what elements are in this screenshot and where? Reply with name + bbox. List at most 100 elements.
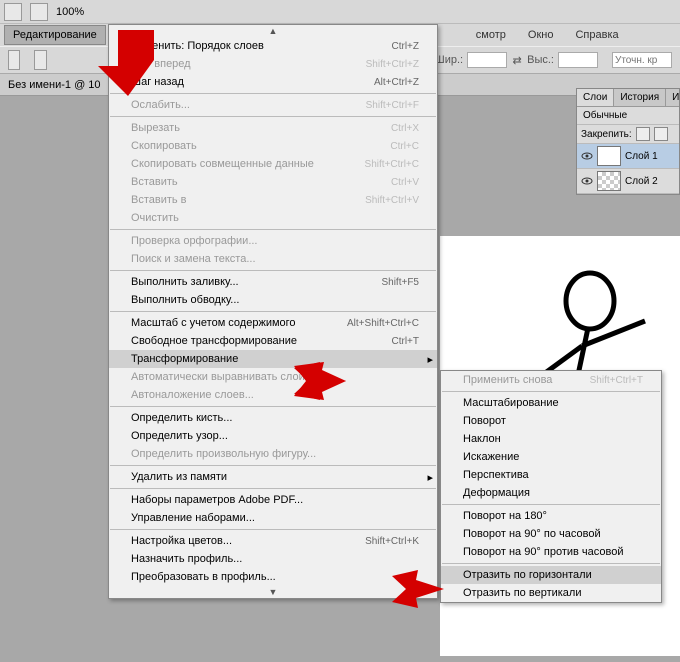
blend-mode[interactable]: Обычные xyxy=(577,107,679,125)
red-arrow-3 xyxy=(392,570,444,608)
menu-item-label: Ослабить... xyxy=(131,99,190,111)
menu-item-label: Перспектива xyxy=(463,469,529,481)
menu-item: Очистить xyxy=(109,209,437,227)
menu-item[interactable]: Выполнить обводку... xyxy=(109,291,437,309)
refine-input[interactable] xyxy=(612,52,672,68)
menu-item[interactable]: Поворот на 90° против часовой xyxy=(441,543,661,561)
menu-item[interactable]: Наклон xyxy=(441,430,661,448)
menu-item: СкопироватьCtrl+C xyxy=(109,137,437,155)
menu-item[interactable]: Отразить по горизонтали xyxy=(441,566,661,584)
menu-item: Применить сноваShift+Ctrl+T xyxy=(441,371,661,389)
height-input[interactable] xyxy=(558,52,598,68)
lock-pixels-icon[interactable] xyxy=(654,127,668,141)
tab-history[interactable]: История xyxy=(614,89,666,106)
menu-item[interactable]: Наборы параметров Adobe PDF... xyxy=(109,491,437,509)
menu-item[interactable]: Трансформирование▸ xyxy=(109,350,437,368)
menu-item-label: Удалить из памяти xyxy=(131,471,227,483)
menu-separator xyxy=(110,406,436,407)
menu-item[interactable]: Удалить из памяти▸ xyxy=(109,468,437,486)
menu-item[interactable]: Масштаб с учетом содержимогоAlt+Shift+Ct… xyxy=(109,314,437,332)
menu-item: Ослабить... Shift+Ctrl+F xyxy=(109,96,437,114)
menu-item[interactable]: Определить узор... xyxy=(109,427,437,445)
tab-i[interactable]: И xyxy=(666,89,680,106)
menu-item: Автоматически выравнивать слои... xyxy=(109,368,437,386)
menu-help[interactable]: Справка xyxy=(565,26,628,44)
menu-item[interactable]: Выполнить заливку...Shift+F5 xyxy=(109,273,437,291)
menu-separator xyxy=(442,391,660,392)
visibility-icon[interactable] xyxy=(581,175,593,187)
top-bar: 100% xyxy=(0,0,680,24)
menu-item: Вставить в Shift+Ctrl+V xyxy=(109,191,437,209)
menu-separator xyxy=(110,270,436,271)
menu-item[interactable]: Поворот на 90° по часовой xyxy=(441,525,661,543)
layer-item-2[interactable]: Слой 2 xyxy=(577,169,679,194)
menu-separator xyxy=(442,563,660,564)
menu-shortcut: Shift+Ctrl+T xyxy=(590,375,643,386)
lock-label: Закрепить: xyxy=(581,129,632,140)
menu-item[interactable]: Искажение xyxy=(441,448,661,466)
menu-item-label: Определить кисть... xyxy=(131,412,232,424)
menu-item-label: Отразить по вертикали xyxy=(463,587,581,599)
menu-item-label: Свободное трансформирование xyxy=(131,335,297,347)
menu-shortcut: Shift+Ctrl+V xyxy=(365,195,419,206)
menu-item[interactable]: Шаг назадAlt+Ctrl+Z xyxy=(109,73,437,91)
menu-separator xyxy=(110,116,436,117)
menu-item-label: Вставить в xyxy=(131,194,187,206)
visibility-icon[interactable] xyxy=(581,150,593,162)
tab-layers[interactable]: Слои xyxy=(577,89,614,106)
menu-item: Поиск и замена текста... xyxy=(109,250,437,268)
menu-item[interactable]: Масштабирование xyxy=(441,394,661,412)
menu-item-label: Поиск и замена текста... xyxy=(131,253,256,265)
menu-item[interactable]: Поворот xyxy=(441,412,661,430)
menu-view[interactable]: смотр xyxy=(466,26,516,44)
menu-item-label: Назначить профиль... xyxy=(131,553,242,565)
menu-item[interactable]: Назначить профиль... xyxy=(109,550,437,568)
menu-item[interactable]: Управление наборами... xyxy=(109,509,437,527)
menu-item-label: Автоналожение слоев... xyxy=(131,389,254,401)
lock-transparency-icon[interactable] xyxy=(636,127,650,141)
layer-name: Слой 1 xyxy=(625,151,658,162)
menu-shortcut: Ctrl+C xyxy=(390,141,419,152)
menu-item-label: Деформация xyxy=(463,487,530,499)
menu-shortcut: Shift+Ctrl+F xyxy=(366,100,419,111)
menu-item[interactable]: Отразить по вертикали xyxy=(441,584,661,602)
menu-item-label: Определить узор... xyxy=(131,430,228,442)
layer-item-1[interactable]: Слой 1 xyxy=(577,144,679,169)
menu-item-label: Выполнить обводку... xyxy=(131,294,239,306)
menu-item-label: Очистить xyxy=(131,212,179,224)
layer-thumb xyxy=(597,171,621,191)
menu-item: Проверка орфографии... xyxy=(109,232,437,250)
menu-item[interactable]: Деформация xyxy=(441,484,661,502)
menu-item[interactable]: Определить кисть... xyxy=(109,409,437,427)
menu-item[interactable]: Перспектива xyxy=(441,466,661,484)
crop-option-icon[interactable] xyxy=(34,50,46,70)
menu-shortcut: Ctrl+Z xyxy=(392,41,420,52)
menu-separator xyxy=(110,488,436,489)
menu-item[interactable]: Настройка цветов...Shift+Ctrl+K xyxy=(109,532,437,550)
menu-shortcut: Shift+Ctrl+Z xyxy=(366,59,419,70)
menu-item[interactable]: Преобразовать в профиль... xyxy=(109,568,437,586)
scroll-down-arrow[interactable]: ▼ xyxy=(109,586,437,598)
menu-window[interactable]: Окно xyxy=(518,26,564,44)
width-input[interactable] xyxy=(467,52,507,68)
menu-shortcut: Ctrl+V xyxy=(391,177,419,188)
menu-item[interactable]: Отменить: Порядок слоевCtrl+Z xyxy=(109,37,437,55)
menu-item[interactable]: Поворот на 180° xyxy=(441,507,661,525)
app-icon[interactable] xyxy=(4,3,22,21)
menu-item-label: Автоматически выравнивать слои... xyxy=(131,371,314,383)
menu-edit[interactable]: Редактирование xyxy=(4,25,106,45)
menu-item-label: Наклон xyxy=(463,433,501,445)
scroll-up-arrow[interactable]: ▲ xyxy=(109,25,437,37)
menu-item-label: Трансформирование xyxy=(131,353,238,365)
menu-shortcut: Ctrl+X xyxy=(391,123,419,134)
menu-item-label: Скопировать совмещенные данные xyxy=(131,158,314,170)
menu-item-label: Преобразовать в профиль... xyxy=(131,571,276,583)
layer-thumb xyxy=(597,146,621,166)
tool-preset-icon[interactable] xyxy=(8,50,20,70)
menu-item-label: Масштаб с учетом содержимого xyxy=(131,317,296,329)
menu-item[interactable]: Свободное трансформированиеCtrl+T xyxy=(109,332,437,350)
screen-mode-icon[interactable] xyxy=(30,3,48,21)
menu-shortcut: Shift+Ctrl+K xyxy=(365,536,419,547)
menu-shortcut: Shift+Ctrl+C xyxy=(365,159,419,170)
menu-item-label: Вырезать xyxy=(131,122,180,134)
